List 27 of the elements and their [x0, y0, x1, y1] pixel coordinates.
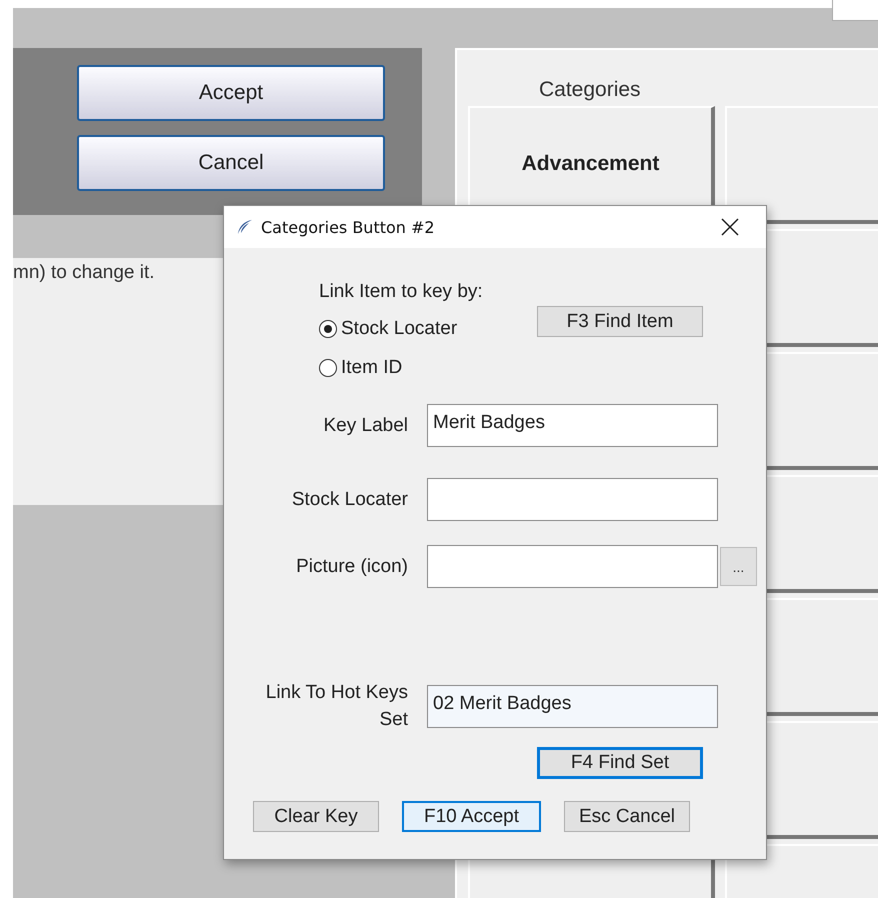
- input-field[interactable]: [427, 478, 718, 521]
- field-label: Link To Hot Keys Set: [264, 681, 408, 732]
- field-label: Picture (icon): [296, 556, 408, 578]
- feather-icon: [237, 219, 253, 235]
- close-icon: [721, 218, 739, 236]
- category-tile[interactable]: [725, 106, 878, 224]
- dialog-button[interactable]: Esc Cancel: [564, 801, 690, 832]
- radio-label: Item ID: [341, 356, 402, 378]
- find-item-button[interactable]: F3 Find Item: [537, 306, 703, 337]
- categories-title: Categories: [539, 78, 641, 101]
- window-title: Categories Button #2: [261, 218, 436, 236]
- radio-label: Stock Locater: [341, 318, 458, 340]
- radio-option[interactable]: Item ID: [319, 356, 537, 379]
- dialog-button[interactable]: Clear Key: [253, 801, 379, 832]
- dialog-button[interactable]: F10 Accept: [402, 801, 541, 832]
- prompt-text: Link Item to key by:: [319, 281, 483, 302]
- field-label: Stock Locater: [292, 488, 408, 510]
- browse-button[interactable]: ...: [720, 547, 757, 586]
- input-field[interactable]: Merit Badges: [427, 404, 718, 447]
- field-label: Key Label: [323, 414, 408, 436]
- find-set-button[interactable]: F4 Find Set: [537, 747, 703, 779]
- radio-option[interactable]: Stock Locater: [319, 317, 537, 340]
- dialog-button[interactable]: Cancel: [77, 135, 385, 191]
- hint-text: mn) to change it.: [13, 261, 155, 284]
- input-field[interactable]: [427, 545, 718, 588]
- dialog-button[interactable]: Accept: [77, 65, 385, 121]
- input-field[interactable]: 02 Merit Badges: [427, 685, 718, 728]
